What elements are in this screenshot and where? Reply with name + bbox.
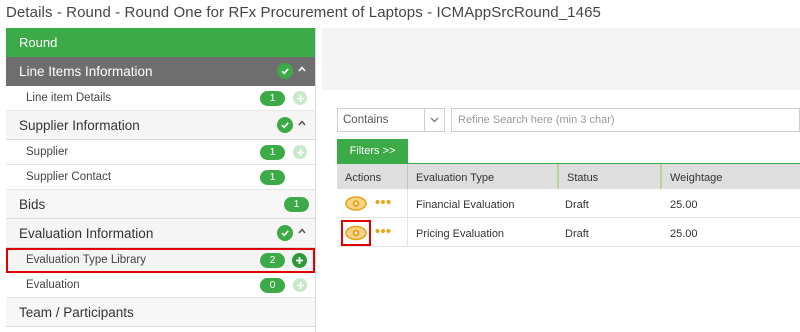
grid-header: Actions Evaluation Type Status Weightage — [337, 163, 800, 189]
actions-cell — [337, 189, 407, 217]
evaluation-type-cell: Pricing Evaluation — [407, 218, 557, 246]
evaluation-type-cell: Financial Evaluation — [407, 189, 557, 217]
check-circle-icon — [277, 225, 293, 241]
plus-circle-icon[interactable] — [293, 145, 307, 159]
sidebar-section-line-items[interactable]: Line Items Information — [6, 57, 315, 86]
count-badge: 2 — [260, 253, 285, 268]
sidebar-item-label: Supplier Contact — [26, 171, 112, 183]
sidebar-section-evaluation[interactable]: Evaluation Information — [6, 219, 315, 248]
sidebar-section-team[interactable]: Team / Participants — [6, 298, 315, 327]
section-label: Bids — [19, 197, 46, 212]
section-label: Evaluation Information — [19, 226, 154, 241]
chevron-up-icon[interactable] — [297, 226, 307, 236]
filters-button[interactable]: Filters >> — [337, 139, 408, 163]
column-header-actions: Actions — [345, 172, 382, 184]
column-header-status[interactable]: Status — [557, 164, 662, 189]
weightage-cell: 25.00 — [670, 228, 698, 240]
count-badge: 1 — [260, 91, 285, 106]
status-cell: Draft — [565, 228, 589, 240]
page-title: Details - Round - Round One for RFx Proc… — [6, 4, 601, 21]
sidebar-item-evaluation-type-library[interactable]: Evaluation Type Library 2 — [6, 248, 315, 273]
section-label: Team / Participants — [19, 305, 134, 320]
sidebar-header-round[interactable]: Round — [6, 28, 315, 57]
chevron-up-icon[interactable] — [297, 118, 307, 128]
table-row[interactable]: Pricing Evaluation Draft 25.00 — [337, 218, 800, 247]
content-header-band — [322, 28, 800, 90]
sidebar-section-supplier[interactable]: Supplier Information — [6, 111, 315, 140]
check-circle-icon — [277, 63, 293, 79]
sidebar-item-supplier-contact[interactable]: Supplier Contact 1 — [6, 165, 315, 190]
chevron-down-icon[interactable] — [424, 109, 444, 131]
plus-circle-icon[interactable] — [293, 91, 307, 105]
table-row[interactable]: Financial Evaluation Draft 25.00 — [337, 189, 800, 218]
sidebar-section-bids[interactable]: Bids 1 — [6, 190, 315, 219]
chevron-up-icon[interactable] — [297, 64, 307, 74]
more-dots-icon[interactable] — [375, 226, 391, 236]
column-header-evaluation-type[interactable]: Evaluation Type — [407, 164, 557, 189]
column-header-weightage[interactable]: Weightage — [662, 164, 800, 189]
refine-search-input[interactable] — [451, 108, 800, 132]
plus-circle-icon[interactable] — [293, 278, 307, 292]
check-circle-icon — [277, 117, 293, 133]
count-badge: 1 — [284, 197, 309, 212]
sidebar-item-evaluation[interactable]: Evaluation 0 — [6, 273, 315, 298]
more-dots-icon[interactable] — [375, 197, 391, 207]
actions-cell — [337, 218, 407, 246]
count-badge: 1 — [260, 145, 285, 160]
match-mode-value: Contains — [343, 114, 389, 126]
section-label: Line Items Information — [19, 64, 153, 79]
eye-icon[interactable] — [345, 195, 367, 212]
weightage-cell: 25.00 — [670, 199, 698, 211]
sidebar-item-label: Evaluation Type Library — [26, 254, 146, 266]
status-cell: Draft — [565, 199, 589, 211]
section-label: Supplier Information — [19, 118, 140, 133]
sidebar: Round Line Items Information Line item D… — [6, 28, 316, 332]
evaluation-type-grid: Actions Evaluation Type Status Weightage… — [337, 163, 800, 247]
sidebar-item-label: Supplier — [26, 146, 69, 158]
count-badge: 1 — [260, 170, 285, 185]
plus-circle-icon[interactable] — [292, 253, 307, 268]
count-badge: 0 — [260, 278, 285, 293]
sidebar-item-supplier[interactable]: Supplier 1 — [6, 140, 315, 165]
sidebar-item-label: Evaluation — [26, 279, 80, 291]
match-mode-select[interactable]: Contains — [337, 108, 445, 132]
sidebar-item-label: Line item Details — [26, 92, 112, 104]
sidebar-item-line-item-details[interactable]: Line item Details 1 — [6, 86, 315, 111]
eye-icon[interactable] — [341, 220, 371, 246]
